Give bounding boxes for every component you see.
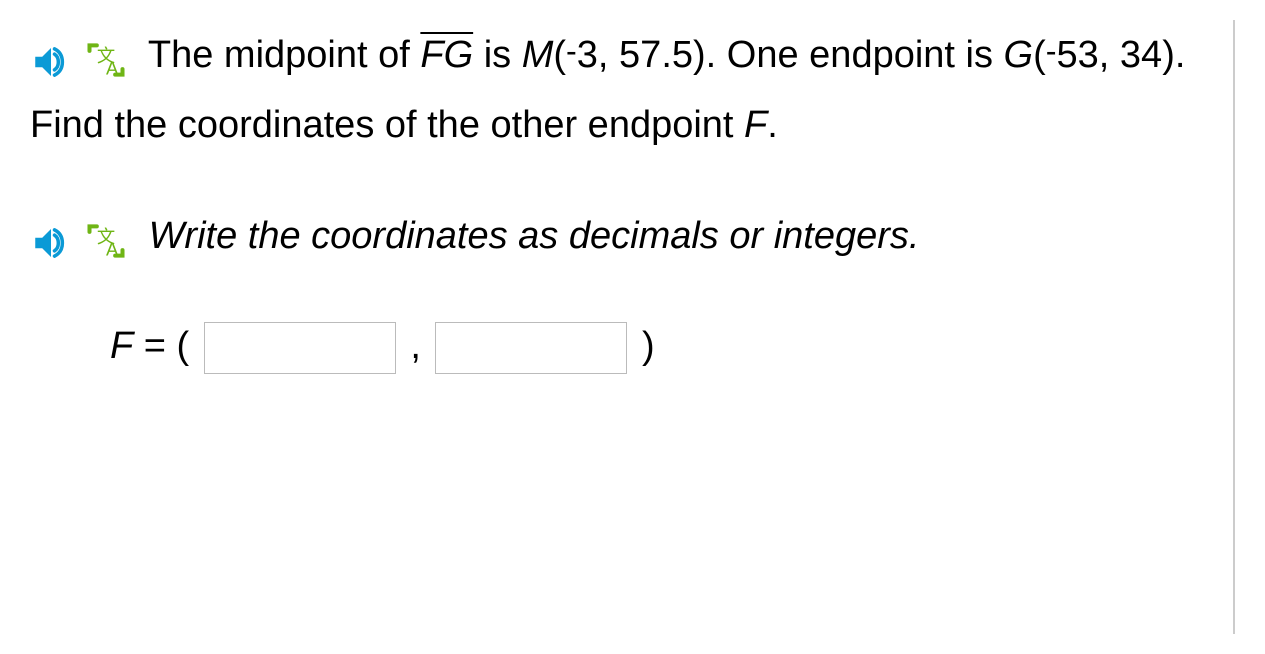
question-text-5: .	[767, 104, 778, 146]
question-text-3: . One endpoint is	[706, 34, 1004, 76]
answer-equals: = (	[133, 325, 189, 367]
question-paragraph: 文 A The midpoint of FG is M(-3, 57.5). O…	[30, 20, 1213, 161]
find-var: F	[744, 104, 767, 146]
endpoint-y: 34	[1120, 34, 1162, 76]
svg-text:A: A	[106, 238, 119, 259]
answer-var: F	[110, 325, 133, 367]
audio-icon[interactable]	[30, 36, 72, 78]
translate-icon[interactable]: 文 A	[84, 216, 128, 260]
question-text-1: The midpoint of	[148, 34, 420, 76]
svg-text:A: A	[106, 58, 119, 79]
midpoint-y: 57.5	[619, 34, 693, 76]
answer-row: F = ( , )	[30, 311, 1213, 381]
translate-icon[interactable]: 文 A	[84, 35, 128, 79]
endpoint-sep: ,	[1099, 34, 1120, 76]
endpoint-x-neg: -	[1046, 33, 1057, 69]
midpoint-open: (	[553, 34, 566, 76]
midpoint-var: M	[522, 34, 554, 76]
midpoint-close: )	[693, 34, 706, 76]
instruction-text: Write the coordinates as decimals or int…	[149, 215, 920, 257]
endpoint-close: )	[1162, 34, 1175, 76]
answer-close: )	[642, 325, 655, 367]
endpoint-var: G	[1004, 34, 1034, 76]
instruction-paragraph: 文 A Write the coordinates as decimals or…	[30, 201, 1213, 271]
question-text-2: is	[473, 34, 522, 76]
answer-y-input[interactable]	[435, 322, 627, 374]
midpoint-sep: ,	[598, 34, 619, 76]
endpoint-open: (	[1033, 34, 1046, 76]
segment-fg: FG	[420, 34, 473, 76]
midpoint-x-neg: -	[566, 33, 577, 69]
audio-icon[interactable]	[30, 217, 72, 259]
endpoint-x: 53	[1057, 34, 1099, 76]
answer-x-input[interactable]	[204, 322, 396, 374]
midpoint-x: 3	[577, 34, 598, 76]
answer-comma: ,	[410, 325, 421, 367]
